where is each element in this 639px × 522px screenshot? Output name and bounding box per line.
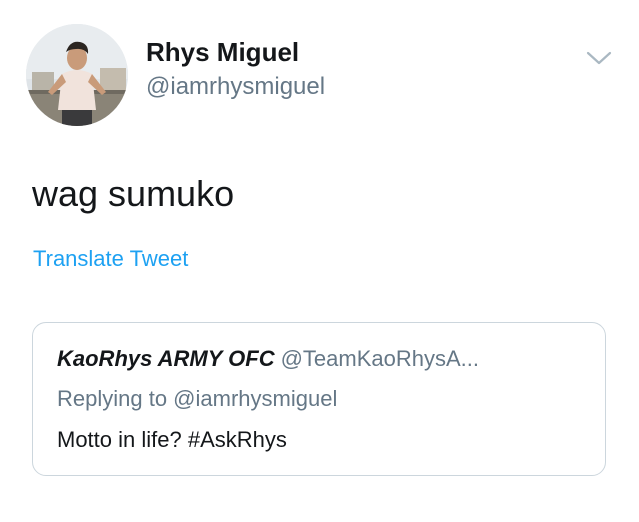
quoted-author-handle: @TeamKaoRhysA... [280,346,480,371]
profile-photo [26,24,128,126]
quoted-tweet-text: Motto in life? #AskRhys [57,427,287,452]
avatar[interactable] [26,24,128,126]
translate-tweet-link[interactable]: Translate Tweet [33,244,188,274]
quoted-tweet-card[interactable]: KaoRhys ARMY OFC @TeamKaoRhysA... Replyin… [32,322,606,476]
chevron-down-icon[interactable] [585,48,613,68]
author-handle[interactable]: @iamrhysmiguel [146,72,325,102]
author-display-name[interactable]: Rhys Miguel [146,36,299,68]
quoted-reply-context: Replying to @iamrhysmiguel [57,386,338,411]
tweet-text: wag sumuko [32,173,235,214]
quoted-author-name: KaoRhys ARMY OFC [57,346,275,371]
quoted-tweet-header: KaoRhys ARMY OFC @TeamKaoRhysA... [57,343,479,375]
